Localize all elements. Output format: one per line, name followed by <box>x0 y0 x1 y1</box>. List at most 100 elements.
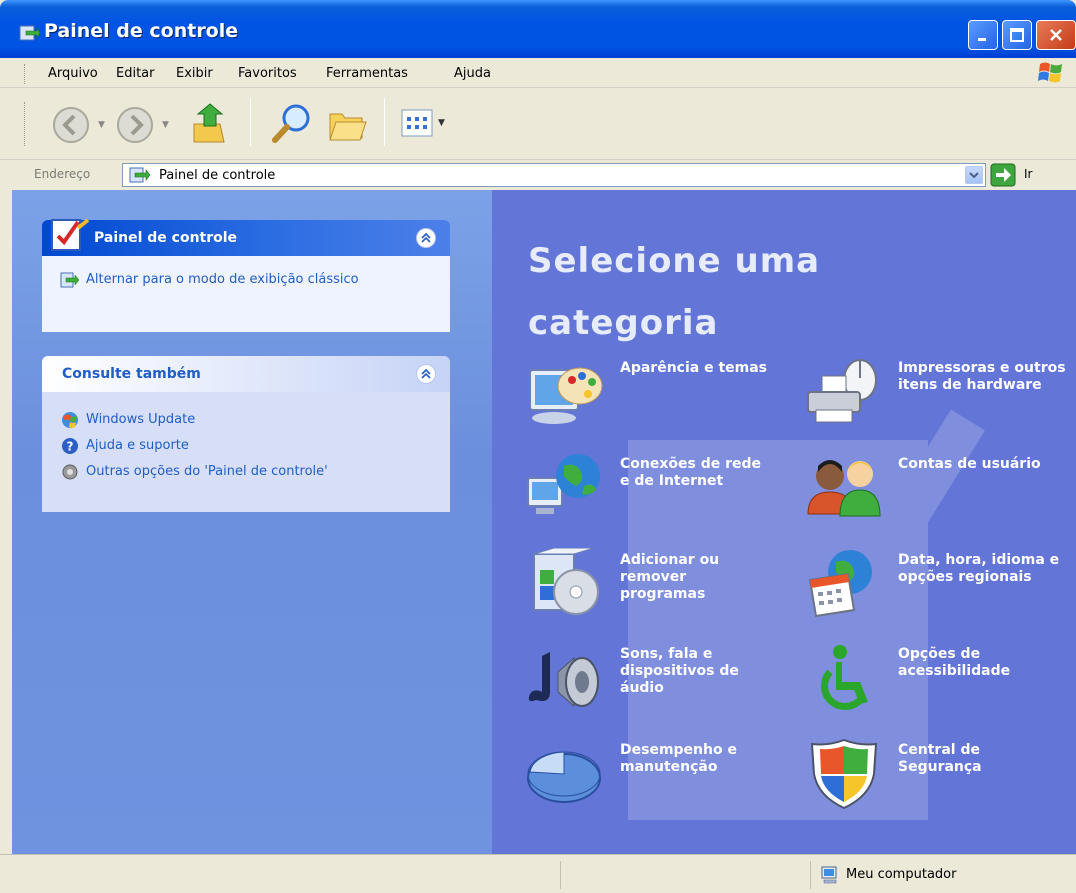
category-date-time[interactable]: Data, hora, idioma e opções regionais <box>802 548 1062 628</box>
address-label: Endereço <box>34 167 91 181</box>
control-panel-small-icon <box>129 167 151 183</box>
help-icon: ? <box>62 438 78 454</box>
printer-icon <box>807 359 877 423</box>
status-bar: Meu computador <box>0 854 1076 893</box>
menu-editar[interactable]: Editar <box>116 66 155 81</box>
task-label[interactable]: Windows Update <box>86 412 195 427</box>
address-dropdown-button[interactable] <box>965 166 983 184</box>
address-value: Painel de controle <box>159 168 276 183</box>
menu-favoritos[interactable]: Favoritos <box>238 66 297 81</box>
category-label[interactable]: Adicionar ou remover programas <box>620 552 770 603</box>
taskbox-body: Windows Update ? Ajuda e suporte Outras … <box>42 392 450 512</box>
category-label[interactable]: Central de Segurança <box>898 742 1048 776</box>
window-title: Painel de controle <box>44 20 239 42</box>
category-printers[interactable]: Impressoras e outros itens de hardware <box>802 356 1066 436</box>
forward-icon[interactable] <box>116 106 154 144</box>
task-other-options[interactable]: Outras opções do 'Painel de controle' <box>42 460 450 486</box>
up-folder-icon[interactable] <box>190 102 230 146</box>
sound-icon <box>528 652 599 708</box>
task-label[interactable]: Outras opções do 'Painel de controle' <box>86 464 328 479</box>
category-accessibility[interactable]: Opções de acessibilidade <box>802 642 1062 722</box>
taskbox-title: Consulte também <box>62 366 201 382</box>
switch-view-icon <box>60 272 80 288</box>
add-remove-programs-icon <box>533 548 599 615</box>
menu-ajuda[interactable]: Ajuda <box>454 66 491 81</box>
minimize-icon <box>978 38 986 41</box>
go-arrow-icon[interactable] <box>990 163 1016 187</box>
see-also-taskbox: Consulte também Windows Update ? Ajuda e… <box>42 356 450 512</box>
user-accounts-icon <box>807 460 881 517</box>
toolbar-separator <box>250 98 251 146</box>
control-panel-taskbox-header[interactable]: Painel de controle <box>42 218 450 256</box>
views-icon[interactable] <box>400 108 434 138</box>
toolbar: ▼ ▼ ▼ <box>0 88 1076 160</box>
title-bar[interactable]: Painel de controle <box>0 0 1076 58</box>
status-location: Meu computador <box>846 867 957 882</box>
close-icon <box>1050 29 1062 41</box>
menu-arquivo[interactable]: Arquivo <box>48 66 98 81</box>
content-area: Painel de controle Alternar para o modo … <box>12 190 1076 854</box>
svg-text:?: ? <box>67 440 74 454</box>
taskbox-body: Alternar para o modo de exibição clássic… <box>42 256 450 332</box>
chevron-up-icon <box>421 232 431 243</box>
category-label[interactable]: Contas de usuário <box>898 456 1048 473</box>
task-label[interactable]: Alternar para o modo de exibição clássic… <box>86 272 386 287</box>
appearance-icon <box>529 367 603 424</box>
windows-update-icon <box>62 412 78 428</box>
folders-icon[interactable] <box>326 104 370 144</box>
page-heading: Selecione uma categoria <box>528 241 821 343</box>
category-appearance[interactable]: Aparência e temas <box>524 356 784 436</box>
search-icon[interactable] <box>270 102 314 146</box>
menu-bar: Arquivo Editar Exibir Favoritos Ferramen… <box>0 58 1076 88</box>
address-bar: Endereço Painel de controle Ir <box>0 160 1076 190</box>
collapse-button[interactable] <box>416 364 436 384</box>
category-label[interactable]: Aparência e temas <box>620 360 770 377</box>
security-shield-icon <box>810 738 878 810</box>
see-also-taskbox-header[interactable]: Consulte também <box>42 356 450 392</box>
chevron-down-icon <box>969 172 979 179</box>
minimize-button[interactable] <box>968 20 998 50</box>
category-add-remove[interactable]: Adicionar ou remover programas <box>524 548 784 628</box>
go-button-label[interactable]: Ir <box>1024 167 1032 181</box>
windows-logo-icon <box>1038 62 1062 83</box>
performance-icon <box>527 751 601 803</box>
my-computer-icon <box>821 866 837 884</box>
address-input[interactable]: Painel de controle <box>122 163 986 187</box>
category-label[interactable]: Impressoras e outros itens de hardware <box>898 360 1068 394</box>
explorer-window: Painel de controle Arquivo Editar Exibir… <box>0 0 1076 893</box>
control-panel-icon <box>19 25 40 41</box>
task-switch-view[interactable]: Alternar para o modo de exibição clássic… <box>42 268 450 294</box>
network-icon <box>527 454 600 514</box>
toolbar-separator <box>384 98 385 146</box>
forward-dropdown-icon[interactable]: ▼ <box>162 120 169 130</box>
back-dropdown-icon[interactable]: ▼ <box>98 120 105 130</box>
category-label[interactable]: Desempenho e manutenção <box>620 742 770 776</box>
task-windows-update[interactable]: Windows Update <box>42 408 450 434</box>
category-label[interactable]: Data, hora, idioma e opções regionais <box>898 552 1068 586</box>
toolbar-grip[interactable] <box>24 102 27 146</box>
accessibility-icon <box>821 645 868 710</box>
views-dropdown-icon[interactable]: ▼ <box>438 118 445 128</box>
close-button[interactable] <box>1036 20 1076 50</box>
category-sound[interactable]: Sons, fala e dispositivos de áudio <box>524 642 784 722</box>
category-performance[interactable]: Desempenho e manutenção <box>524 738 784 818</box>
category-label[interactable]: Opções de acessibilidade <box>898 646 1068 680</box>
task-pane: Painel de controle Alternar para o modo … <box>12 190 492 854</box>
control-panel-checklist-icon <box>51 218 90 251</box>
menu-exibir[interactable]: Exibir <box>176 66 213 81</box>
category-network[interactable]: Conexões de rede e de Internet <box>524 452 784 532</box>
task-help-support[interactable]: ? Ajuda e suporte <box>42 434 450 460</box>
menu-grip[interactable] <box>24 64 27 84</box>
task-label[interactable]: Ajuda e suporte <box>86 438 189 453</box>
category-user-accounts[interactable]: Contas de usuário <box>802 452 1062 532</box>
maximize-button[interactable] <box>1002 20 1032 50</box>
maximize-icon <box>1010 28 1024 42</box>
back-icon[interactable] <box>52 106 90 144</box>
collapse-button[interactable] <box>416 228 436 248</box>
category-security-center[interactable]: Central de Segurança <box>802 738 1062 818</box>
menu-ferramentas[interactable]: Ferramentas <box>326 66 408 81</box>
category-label[interactable]: Conexões de rede e de Internet <box>620 456 770 490</box>
gear-icon <box>62 464 78 480</box>
category-label[interactable]: Sons, fala e dispositivos de áudio <box>620 646 770 697</box>
chevron-up-icon <box>421 368 431 379</box>
